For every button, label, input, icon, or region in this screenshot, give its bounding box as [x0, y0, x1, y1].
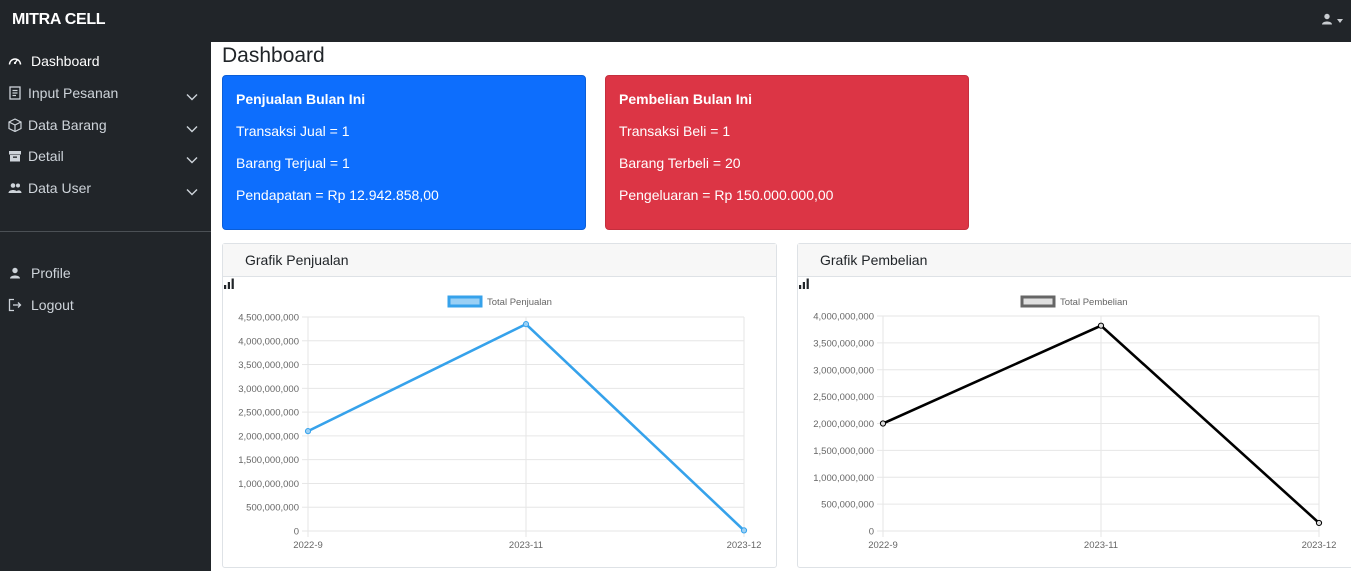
y-tick-label: 3,000,000,000: [238, 384, 299, 395]
chevron-down-icon: [186, 183, 198, 199]
sales-summary-card: Penjualan Bulan Ini Transaksi Jual = 1 B…: [222, 75, 586, 230]
y-tick-label: 2,500,000,000: [813, 392, 874, 403]
sidebar-item-label: Data User: [28, 180, 92, 196]
legend-label: Total Pembelian: [1060, 297, 1128, 308]
sidebar-item-detail[interactable]: Detail: [0, 142, 211, 170]
chevron-down-icon: [1337, 19, 1343, 23]
sidebar-item-label: Dashboard: [31, 53, 100, 69]
sidebar-item-label: Detail: [28, 148, 64, 164]
brand-logo[interactable]: MITRA CELL: [12, 11, 106, 29]
sidebar-item-label: Data Barang: [28, 117, 107, 133]
x-tick-label: 2022-9: [868, 540, 898, 551]
y-tick-label: 3,000,000,000: [813, 365, 874, 376]
x-tick-label: 2023-12: [1302, 540, 1337, 551]
purchase-chart-card: Grafik Pembelian Total Pembelian 4,000,00…: [797, 243, 1351, 568]
top-navbar: MITRA CELL: [0, 0, 1351, 42]
y-tick-label: 3,500,000,000: [238, 360, 299, 371]
purchase-chart-header: Grafik Pembelian: [798, 244, 1351, 289]
legend-swatch: [1020, 295, 1056, 308]
y-tick-label: 1,000,000,000: [813, 473, 874, 484]
purchase-card-title: Pembelian Bulan Ini: [619, 91, 753, 107]
x-tick-label: 2023-11: [509, 540, 543, 551]
chart-legend: Total Pembelian: [1020, 295, 1128, 308]
data-point: [740, 527, 748, 534]
x-tick-label: 2023-12: [727, 540, 762, 551]
purchase-summary-card: Pembelian Bulan Ini Transaksi Beli = 1 B…: [605, 75, 969, 230]
gauge-icon: [8, 54, 22, 68]
chevron-down-icon: [186, 120, 198, 136]
purchase-transactions: Transaksi Beli = 1: [619, 123, 731, 139]
y-tick-label: 3,500,000,000: [813, 338, 874, 349]
data-point: [1097, 322, 1105, 329]
y-tick-label: 4,000,000,000: [813, 312, 874, 323]
archive-icon: [8, 149, 22, 163]
sales-chart-title: Grafik Penjualan: [245, 252, 349, 268]
user-menu-toggle[interactable]: [1321, 12, 1343, 30]
data-point: [879, 420, 887, 427]
y-tick-label: 1,000,000,000: [238, 479, 299, 490]
receipt-icon: [8, 86, 22, 100]
sidebar-item-dashboard[interactable]: Dashboard: [0, 47, 211, 75]
sidebar: Dashboard Input Pesanan Data Barang Deta…: [0, 42, 211, 571]
user-icon: [1321, 12, 1333, 30]
data-point: [1315, 519, 1323, 527]
purchase-chart-title: Grafik Pembelian: [820, 252, 928, 268]
y-tick-label: 0: [294, 527, 299, 538]
y-tick-label: 500,000,000: [821, 500, 874, 511]
box-icon: [8, 118, 22, 132]
sidebar-item-label: Logout: [31, 297, 74, 313]
sidebar-item-logout[interactable]: Logout: [0, 291, 211, 319]
page-title: Dashboard: [222, 44, 325, 67]
sales-transactions: Transaksi Jual = 1: [236, 123, 350, 139]
expenses: Pengeluaran = Rp 150.000.000,00: [619, 187, 834, 203]
sales-line-chart: Total Penjualan 4,500,000,000 4,000,000,00…: [238, 295, 762, 551]
purchase-line-chart: Total Pembelian 4,000,000,000 3,500,000,00…: [813, 295, 1337, 551]
sidebar-item-profile[interactable]: Profile: [0, 259, 211, 287]
sidebar-item-input-pesanan[interactable]: Input Pesanan: [0, 79, 211, 107]
logout-icon: [8, 298, 22, 312]
chevron-down-icon: [186, 88, 198, 104]
items-purchased: Barang Terbeli = 20: [619, 155, 741, 171]
chevron-down-icon: [186, 151, 198, 167]
revenue: Pendapatan = Rp 12.942.858,00: [236, 187, 439, 203]
y-tick-label: 1,500,000,000: [238, 455, 299, 466]
y-tick-label: 2,500,000,000: [238, 408, 299, 419]
y-tick-label: 2,000,000,000: [813, 419, 874, 430]
sidebar-item-label: Profile: [31, 265, 71, 281]
sidebar-divider: [0, 231, 211, 232]
sidebar-item-data-user[interactable]: Data User: [0, 174, 211, 202]
x-tick-label: 2022-9: [293, 540, 323, 551]
data-point: [304, 428, 312, 435]
chart-legend: Total Penjualan: [447, 295, 552, 308]
y-tick-label: 4,000,000,000: [238, 336, 299, 347]
sales-chart-header: Grafik Penjualan: [223, 244, 776, 289]
y-tick-label: 500,000,000: [246, 503, 299, 514]
sidebar-item-data-barang[interactable]: Data Barang: [0, 111, 211, 139]
users-icon: [8, 181, 22, 195]
legend-label: Total Penjualan: [487, 297, 552, 308]
y-tick-label: 2,000,000,000: [238, 431, 299, 442]
user-icon: [8, 266, 22, 280]
legend-swatch: [447, 295, 483, 308]
sidebar-item-label: Input Pesanan: [28, 85, 119, 101]
y-tick-label: 0: [869, 527, 874, 538]
x-tick-label: 2023-11: [1084, 540, 1118, 551]
sales-card-title: Penjualan Bulan Ini: [236, 91, 366, 107]
items-sold: Barang Terjual = 1: [236, 155, 350, 171]
data-point: [522, 321, 530, 328]
y-tick-label: 4,500,000,000: [238, 313, 299, 324]
y-tick-label: 1,500,000,000: [813, 446, 874, 457]
sales-chart-card: Grafik Penjualan Total Penjualan 4,500,00…: [222, 243, 777, 568]
